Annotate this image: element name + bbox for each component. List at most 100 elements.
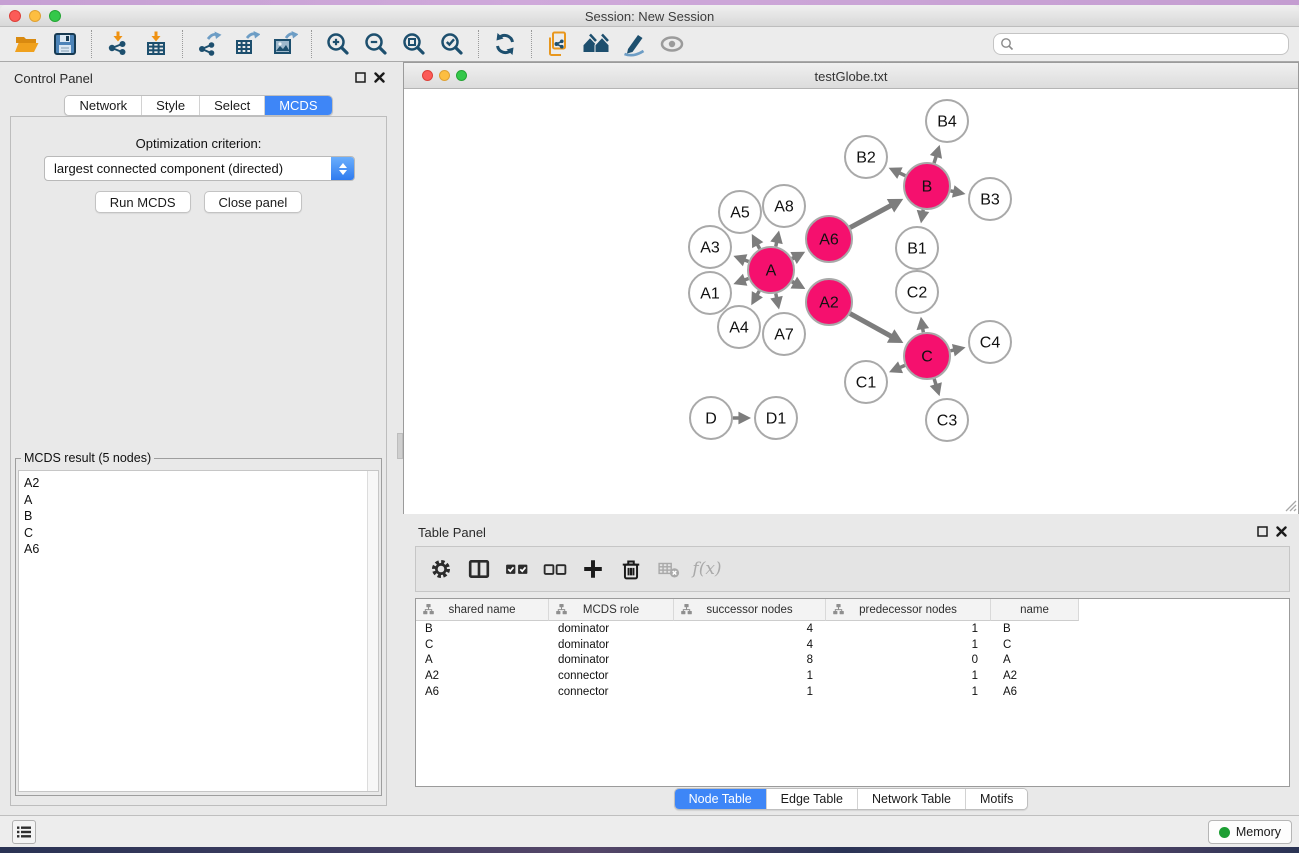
table-cell[interactable]: 1 xyxy=(674,670,826,682)
mcds-result-item[interactable]: A6 xyxy=(24,541,378,558)
criterion-dropdown[interactable]: largest connected component (directed) xyxy=(44,156,355,181)
mcds-list-scrollbar[interactable] xyxy=(367,471,378,791)
memory-button[interactable]: Memory xyxy=(1208,820,1292,844)
add-column-button[interactable] xyxy=(581,556,605,582)
graph-node-label: B3 xyxy=(980,192,1000,209)
tab-motifs[interactable]: Motifs xyxy=(965,789,1027,809)
table-row[interactable]: Cdominator41C xyxy=(416,637,1289,653)
mcds-result-item[interactable]: A2 xyxy=(24,475,378,492)
table-cell[interactable]: 8 xyxy=(674,654,826,666)
table-cell[interactable]: connector xyxy=(549,686,674,698)
table-cell[interactable]: A xyxy=(991,654,1079,666)
tab-edge-table[interactable]: Edge Table xyxy=(766,789,857,809)
network-canvas[interactable]: B4B2BB3A5A8A6B1A3AA1C2A2A4A7C4CC1C3DD1 xyxy=(404,89,1298,514)
run-mcds-button[interactable]: Run MCDS xyxy=(95,191,191,213)
select-all-button[interactable] xyxy=(505,556,529,582)
zoom-in-button[interactable] xyxy=(319,29,357,59)
table-cell[interactable]: dominator xyxy=(549,654,674,666)
zoom-selected-button[interactable] xyxy=(433,29,471,59)
table-cell[interactable]: 4 xyxy=(674,639,826,651)
mcds-result-group: MCDS result (5 nodes) A2ABCA6 xyxy=(15,458,382,796)
tab-network[interactable]: Network xyxy=(65,96,141,115)
import-network-button[interactable] xyxy=(99,29,137,59)
zoom-out-button[interactable] xyxy=(357,29,395,59)
table-cell[interactable]: A2 xyxy=(991,670,1079,682)
zoom-in-icon xyxy=(325,31,351,57)
table-row[interactable]: A2connector11A2 xyxy=(416,668,1289,684)
export-network-button[interactable] xyxy=(190,29,228,59)
mcds-result-item[interactable]: B xyxy=(24,508,378,525)
table-row[interactable]: A6connector11A6 xyxy=(416,684,1289,700)
deselect-all-button[interactable] xyxy=(543,556,567,582)
close-panel-icon[interactable] xyxy=(374,72,385,83)
table-cell[interactable]: A6 xyxy=(991,686,1079,698)
annotation-button[interactable] xyxy=(615,29,653,59)
table-cell[interactable]: 4 xyxy=(674,623,826,635)
export-image-button[interactable] xyxy=(266,29,304,59)
table-settings-button[interactable] xyxy=(429,556,453,582)
table-cell[interactable]: dominator xyxy=(549,639,674,651)
refresh-view-button[interactable] xyxy=(486,29,524,59)
graph-edge-A6-B[interactable] xyxy=(850,205,892,228)
gear-icon xyxy=(430,558,452,580)
float-panel-icon[interactable] xyxy=(1257,526,1268,537)
graph-node-label: C1 xyxy=(856,375,877,392)
graph-edge-A2-C[interactable] xyxy=(850,314,892,337)
tab-network-table[interactable]: Network Table xyxy=(857,789,965,809)
table-cell[interactable]: A xyxy=(416,654,549,666)
table-cell[interactable]: 1 xyxy=(674,686,826,698)
zoom-selected-icon xyxy=(439,31,465,57)
close-panel-icon[interactable] xyxy=(1276,526,1287,537)
open-folder-icon xyxy=(14,31,40,57)
open-session-button[interactable] xyxy=(8,29,46,59)
tab-style[interactable]: Style xyxy=(141,96,199,115)
network-graph[interactable]: B4B2BB3A5A8A6B1A3AA1C2A2A4A7C4CC1C3DD1 xyxy=(404,89,1298,514)
show-hide-button[interactable] xyxy=(653,29,691,59)
table-cell[interactable]: A2 xyxy=(416,670,549,682)
delete-button[interactable] xyxy=(619,556,643,582)
table-cell[interactable]: A6 xyxy=(416,686,549,698)
tab-mcds[interactable]: MCDS xyxy=(264,96,331,115)
clone-network-button[interactable] xyxy=(539,29,577,59)
column-header-MCDS-role[interactable]: MCDS role xyxy=(549,599,674,621)
column-header-name[interactable]: name xyxy=(991,599,1079,621)
table-cell[interactable]: C xyxy=(991,639,1079,651)
node-table[interactable]: shared nameMCDS rolesuccessor nodesprede… xyxy=(415,598,1290,787)
table-cell[interactable]: 0 xyxy=(826,654,991,666)
task-history-button[interactable] xyxy=(12,820,36,844)
resize-grip-icon[interactable] xyxy=(1283,498,1297,512)
graph-node-label: B xyxy=(922,179,933,196)
close-panel-button[interactable]: Close panel xyxy=(204,191,303,213)
table-cell[interactable]: B xyxy=(416,623,549,635)
float-panel-icon[interactable] xyxy=(355,72,366,83)
table-cell[interactable]: 1 xyxy=(826,639,991,651)
table-cell[interactable]: 1 xyxy=(826,670,991,682)
refresh-icon xyxy=(492,31,518,57)
table-cell[interactable]: C xyxy=(416,639,549,651)
home-button[interactable] xyxy=(577,29,615,59)
column-header-successor-nodes[interactable]: successor nodes xyxy=(674,599,826,621)
tab-node-table[interactable]: Node Table xyxy=(675,789,766,809)
tab-select[interactable]: Select xyxy=(199,96,264,115)
table-cell[interactable]: 1 xyxy=(826,686,991,698)
search-field[interactable] xyxy=(993,33,1289,55)
table-row[interactable]: Adominator80A xyxy=(416,652,1289,668)
toggle-columns-button[interactable] xyxy=(467,556,491,582)
search-input[interactable] xyxy=(1014,37,1288,51)
delete-table-button[interactable] xyxy=(657,556,681,582)
graph-edge-arrowhead xyxy=(952,185,966,197)
mcds-result-item[interactable]: A xyxy=(24,492,378,509)
table-cell[interactable]: B xyxy=(991,623,1079,635)
table-cell[interactable]: 1 xyxy=(826,623,991,635)
export-table-button[interactable] xyxy=(228,29,266,59)
table-cell[interactable]: dominator xyxy=(549,623,674,635)
table-row[interactable]: Bdominator41B xyxy=(416,621,1289,637)
function-builder-button[interactable]: f(x) xyxy=(695,556,719,582)
save-session-button[interactable] xyxy=(46,29,84,59)
column-header-predecessor-nodes[interactable]: predecessor nodes xyxy=(826,599,991,621)
import-table-button[interactable] xyxy=(137,29,175,59)
zoom-fit-button[interactable] xyxy=(395,29,433,59)
column-header-shared-name[interactable]: shared name xyxy=(416,599,549,621)
mcds-result-item[interactable]: C xyxy=(24,525,378,542)
table-cell[interactable]: connector xyxy=(549,670,674,682)
